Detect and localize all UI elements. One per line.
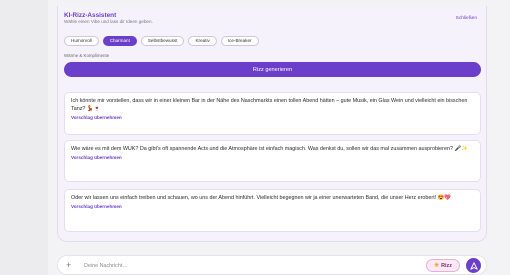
- suggestion-card: Wie wäre es mit dem WUK? Da gibt's oft s…: [64, 140, 481, 182]
- left-rail: [0, 0, 48, 275]
- rizz-assistant-panel: KI-Rizz-Assistent Wähle einen Vibe und l…: [57, 6, 487, 242]
- vibe-chips: Humorvoll Charmant Selbstbewusst Kreativ…: [64, 36, 259, 46]
- sparkle-icon: ✳: [434, 263, 440, 269]
- panel-subtitle: Wähle einen Vibe und lass dir Ideen gebe…: [64, 19, 153, 24]
- rizz-button-label: Rizz: [441, 262, 452, 269]
- vibe-chip-selbstbewusst[interactable]: Selbstbewusst: [140, 36, 185, 46]
- rizz-button[interactable]: ✳ Rizz: [426, 259, 460, 272]
- message-input[interactable]: [84, 260, 384, 271]
- send-button[interactable]: [466, 258, 481, 273]
- suggestion-text: Oder wir lassen uns einfach treiben und …: [71, 195, 452, 201]
- vibe-hint: Wärme & Komplimente: [64, 53, 110, 58]
- vibe-chip-ice-breaker[interactable]: Ice-Breaker: [220, 36, 259, 46]
- close-button[interactable]: Schließen: [456, 16, 477, 21]
- vibe-chip-kreativ[interactable]: Kreativ: [188, 36, 217, 46]
- use-suggestion-link[interactable]: Vorschlag übernehmen: [71, 204, 474, 209]
- panel-title: KI-Rizz-Assistent: [64, 12, 117, 19]
- plus-icon[interactable]: +: [66, 260, 71, 270]
- suggestion-text: Wie wäre es mit dem WUK? Da gibt's oft s…: [71, 146, 468, 152]
- send-icon: [469, 261, 478, 270]
- suggestion-card: Oder wir lassen uns einfach treiben und …: [64, 189, 481, 232]
- vibe-chip-humorvoll[interactable]: Humorvoll: [64, 36, 99, 46]
- suggestion-card: Ich könnte mir vorstellen, dass wir in e…: [64, 92, 481, 135]
- use-suggestion-link[interactable]: Vorschlag übernehmen: [71, 155, 474, 160]
- suggestion-text: Ich könnte mir vorstellen, dass wir in e…: [71, 98, 468, 112]
- use-suggestion-link[interactable]: Vorschlag übernehmen: [71, 115, 474, 120]
- generate-rizz-button[interactable]: Rizz generieren: [64, 62, 481, 77]
- vibe-chip-charmant[interactable]: Charmant: [102, 36, 137, 46]
- message-composer: + ✳ Rizz: [57, 255, 487, 275]
